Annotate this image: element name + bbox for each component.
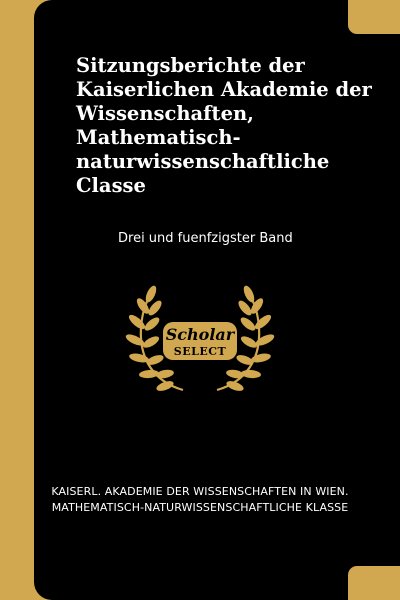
spine-corner-top xyxy=(34,0,54,20)
logo-word-select: SELECT xyxy=(174,345,227,358)
logo-word-scholar: Scholar xyxy=(166,325,236,344)
book-author: KAISERL. AKADEMIE DER WISSENSCHAFTEN IN … xyxy=(0,484,400,516)
book-cover: Sitzungsberichte der Kaiserlichen Akadem… xyxy=(0,0,400,600)
author-line-1: KAISERL. AKADEMIE DER WISSENSCHAFTEN IN … xyxy=(51,485,349,498)
author-line-2: MATHEMATISCH-NATURWISSENSCHAFTLICHE KLAS… xyxy=(51,501,349,514)
gold-corner-bottom-right xyxy=(348,566,400,600)
book-subtitle: Drei und fuenfzigster Band xyxy=(118,231,293,246)
spine-corner-bottom xyxy=(34,580,54,600)
book-title: Sitzungsberichte der Kaiserlichen Akadem… xyxy=(76,54,372,197)
gold-corner-top-right xyxy=(348,0,400,34)
scholar-select-logo: Scholar SELECT xyxy=(125,285,275,392)
